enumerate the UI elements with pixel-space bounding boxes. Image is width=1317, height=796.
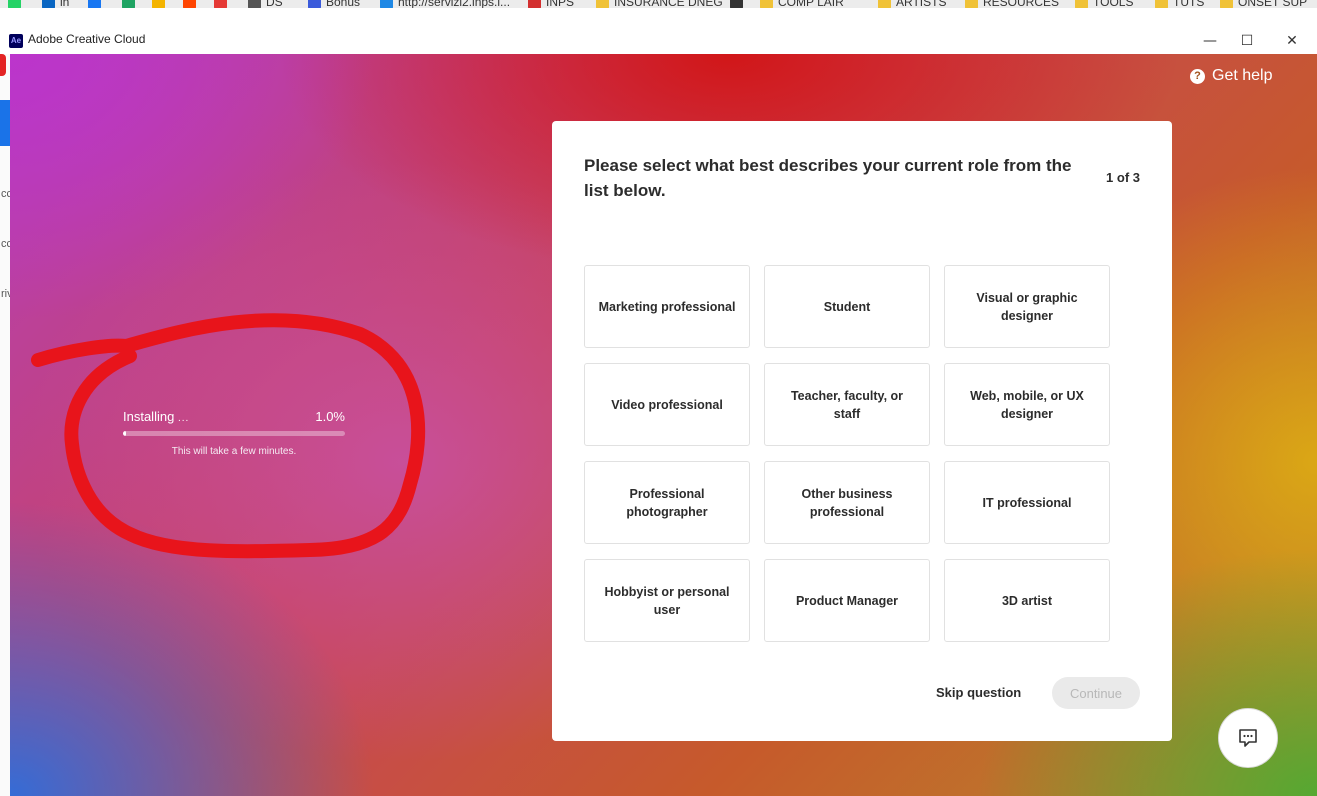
bookmark-4[interactable] (152, 0, 165, 8)
google-drive-icon (122, 0, 135, 8)
role-option-hobbyist[interactable]: Hobbyist or personal user (584, 559, 750, 642)
role-option-marketing[interactable]: Marketing professional (584, 265, 750, 348)
bookmark-label: COMP LAIR (778, 0, 844, 8)
bookmark-18[interactable]: ONSET SUP (1220, 0, 1307, 8)
role-options-grid: Marketing professional Student Visual or… (584, 265, 1110, 642)
folder-icon (965, 0, 978, 8)
extension-icon (214, 0, 227, 8)
window-title: Adobe Creative Cloud (28, 32, 146, 46)
bookmark-label: http://servizi2.inps.i... (398, 0, 511, 8)
install-progress-fill (123, 431, 127, 436)
linkedin-icon (42, 0, 55, 8)
bookmark-17[interactable]: TUTS (1155, 0, 1204, 8)
whatsapp-icon (8, 0, 21, 8)
installing-label: Installing ... (123, 409, 190, 424)
role-survey-card: Please select what best describes your c… (552, 121, 1172, 741)
bookmark-label: in (60, 0, 70, 8)
bookmark-label: INPS (546, 0, 575, 8)
bookmark-label: INSURANCE DNEG (614, 0, 723, 8)
role-option-student[interactable]: Student (764, 265, 930, 348)
reddit-icon (183, 0, 196, 8)
bonus-icon (308, 0, 321, 8)
bookmark-6[interactable] (214, 0, 227, 8)
role-option-other-business[interactable]: Other business professional (764, 461, 930, 544)
role-option-visual-designer[interactable]: Visual or graphic designer (944, 265, 1110, 348)
bookmark-3[interactable] (122, 0, 135, 8)
survey-question: Please select what best describes your c… (584, 156, 1072, 200)
role-option-it[interactable]: IT professional (944, 461, 1110, 544)
folder-icon (596, 0, 609, 8)
skip-question-button[interactable]: Skip question (936, 685, 1021, 700)
bookmark-10[interactable]: INPS (528, 0, 574, 8)
creative-cloud-stage: ? Get help Installing ... 1.0% This will… (10, 54, 1317, 796)
inps-logo-icon (528, 0, 541, 8)
bookmarks-bar: in DS Bonus http://servizi2.inps.i... INPS IN… (0, 0, 1317, 8)
role-option-ux-designer[interactable]: Web, mobile, or UX designer (944, 363, 1110, 446)
folder-icon (1220, 0, 1233, 8)
install-progress-track (123, 431, 345, 436)
bookmark-16[interactable]: TOOLS (1075, 0, 1133, 8)
bookmark-8[interactable]: Bonus (308, 0, 360, 8)
bookmark-0[interactable] (8, 0, 21, 8)
folder-icon (1155, 0, 1168, 8)
maximize-button[interactable]: ☐ (1227, 29, 1267, 53)
ds-icon (248, 0, 261, 8)
keep-icon (152, 0, 165, 8)
bookmark-label: RESOURCES (983, 0, 1060, 8)
role-option-teacher[interactable]: Teacher, faculty, or staff (764, 363, 930, 446)
bookmark-label: ARTISTS (896, 0, 947, 8)
inps-icon (380, 0, 393, 8)
folder-icon (1075, 0, 1088, 8)
bookmark-7[interactable]: DS (248, 0, 283, 8)
install-note: This will take a few minutes. (171, 446, 297, 457)
install-percent: 1.0% (315, 409, 345, 424)
folder-icon (878, 0, 891, 8)
role-option-3d-artist[interactable]: 3D artist (944, 559, 1110, 642)
bookmark-9[interactable]: http://servizi2.inps.i... (380, 0, 510, 8)
close-button[interactable]: ✕ (1272, 29, 1312, 53)
bookmark-11[interactable]: INSURANCE DNEG (596, 0, 723, 8)
get-help-link[interactable]: ? Get help (1190, 67, 1272, 85)
role-option-product-manager[interactable]: Product Manager (764, 559, 930, 642)
background-blue-tab (0, 100, 10, 146)
chat-button[interactable] (1218, 708, 1278, 768)
bookmark-2[interactable] (88, 0, 101, 8)
bookmark-label: TOOLS (1093, 0, 1134, 8)
install-progress: Installing ... 1.0% This will take a few… (123, 409, 345, 457)
facebook-icon (88, 0, 101, 8)
background-logo-mark (0, 54, 6, 76)
bookmark-13[interactable]: COMP LAIR (760, 0, 844, 8)
wix-icon (730, 0, 743, 8)
bookmark-12[interactable] (730, 0, 743, 8)
bookmark-14[interactable]: ARTISTS (878, 0, 946, 8)
minimize-button[interactable]: — (1190, 29, 1230, 53)
bookmark-label: ONSET SUP (1238, 0, 1308, 8)
bookmark-label: Bonus (326, 0, 361, 8)
bookmark-label: DS (266, 0, 283, 8)
bookmark-1[interactable]: in (42, 0, 69, 8)
get-help-label: Get help (1212, 67, 1273, 84)
folder-icon (760, 0, 773, 8)
bookmark-15[interactable]: RESOURCES (965, 0, 1059, 8)
background-app-sliver: cc cc riv (0, 54, 13, 796)
chat-bubble-icon (1239, 729, 1257, 747)
survey-step-counter: 1 of 3 (1106, 170, 1140, 185)
continue-button[interactable]: Continue (1052, 677, 1140, 709)
bookmark-5[interactable] (183, 0, 196, 8)
adobe-app-icon: Ae (9, 34, 23, 48)
question-icon: ? (1190, 68, 1205, 84)
role-option-photographer[interactable]: Professional photographer (584, 461, 750, 544)
bookmark-label: TUTS (1173, 0, 1205, 8)
role-option-video[interactable]: Video professional (584, 363, 750, 446)
window-titlebar: Ae Adobe Creative Cloud — ☐ ✕ (0, 28, 1317, 54)
